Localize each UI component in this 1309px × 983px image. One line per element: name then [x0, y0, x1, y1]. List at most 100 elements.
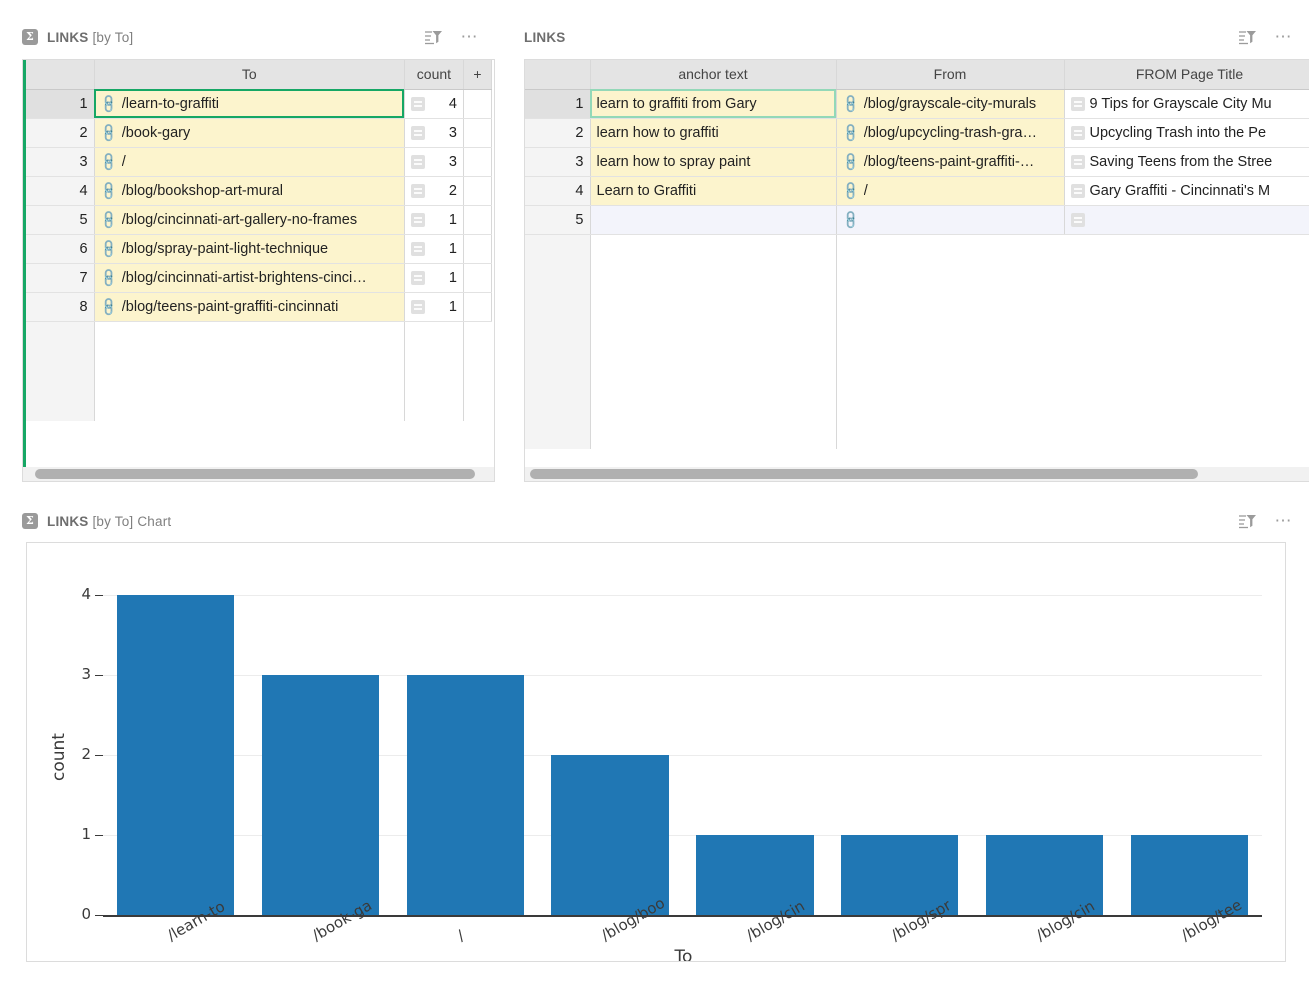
formula-icon [411, 155, 425, 169]
cell-to[interactable]: 🔗/blog/teens-paint-graffiti-cincinnati [94, 292, 404, 321]
cell-from-page-title[interactable] [1064, 205, 1309, 234]
cell-anchor-text[interactable]: learn to graffiti from Gary [590, 89, 836, 118]
cell-count[interactable]: 1 [404, 205, 463, 234]
column-header-count[interactable]: count [404, 60, 463, 89]
row-number[interactable]: 1 [525, 89, 590, 118]
row-number[interactable]: 4 [525, 176, 590, 205]
chart-ytick-mark [95, 595, 103, 596]
cell-count[interactable]: 1 [404, 292, 463, 321]
column-header-from-page-title[interactable]: FROM Page Title [1064, 60, 1309, 89]
cell-filler [94, 321, 404, 421]
cell-count[interactable]: 3 [404, 118, 463, 147]
panel-title-bold: LINKS [47, 514, 89, 529]
cell-anchor-text[interactable]: learn how to graffiti [590, 118, 836, 147]
cell-anchor-text[interactable] [590, 205, 836, 234]
cell-to[interactable]: 🔗/ [94, 147, 404, 176]
chart-bar[interactable] [117, 595, 234, 915]
scrollbar-thumb[interactable] [35, 469, 475, 479]
table-row-new[interactable]: 5 🔗 [525, 205, 1309, 234]
chart-bar[interactable] [262, 675, 379, 915]
link-icon: 🔗 [839, 179, 862, 202]
panel-links: LINKS ⋯ [500, 22, 1309, 52]
row-number[interactable]: 7 [26, 263, 94, 292]
row-number-header[interactable] [525, 60, 590, 89]
panel-header-links: LINKS ⋯ [500, 22, 1309, 52]
cell-to[interactable]: 🔗/blog/spray-paint-light-technique [94, 234, 404, 263]
row-number[interactable]: 4 [26, 176, 94, 205]
chart-plot-area: 01234/learn-to/book-ga//blog/boo/blog/ci… [27, 543, 1285, 961]
more-options-icon[interactable]: ⋯ [1275, 517, 1294, 525]
row-number[interactable]: 2 [26, 118, 94, 147]
table-row[interactable]: 3 learn how to spray paint 🔗/blog/teens-… [525, 147, 1309, 176]
table-row[interactable]: 1 🔗/learn-to-graffiti 4 [26, 89, 492, 118]
row-number[interactable]: 5 [26, 205, 94, 234]
filter-sort-icon[interactable] [1238, 513, 1257, 530]
chart-bar[interactable] [407, 675, 524, 915]
table-row[interactable]: 7 🔗/blog/cincinnati-artist-brightens-cin… [26, 263, 492, 292]
cell-anchor-text[interactable]: learn how to spray paint [590, 147, 836, 176]
cell-from[interactable]: 🔗 [836, 205, 1064, 234]
table-row[interactable]: 1 learn to graffiti from Gary 🔗/blog/gra… [525, 89, 1309, 118]
cell-count[interactable]: 3 [404, 147, 463, 176]
links-by-to-grid[interactable]: To count + 1 🔗/learn-to-graffiti 4 2 🔗/b… [22, 59, 495, 482]
selection-rail [23, 60, 26, 482]
links-by-to-body: 1 🔗/learn-to-graffiti 4 2 🔗/book-gary 3 … [26, 89, 492, 421]
links-by-to-table[interactable]: To count + 1 🔗/learn-to-graffiti 4 2 🔗/b… [26, 60, 492, 421]
table-row[interactable]: 2 🔗/book-gary 3 [26, 118, 492, 147]
chart-ytick-label: 3 [57, 665, 91, 683]
cell-from[interactable]: 🔗/ [836, 176, 1064, 205]
table-row[interactable]: 5 🔗/blog/cincinnati-art-gallery-no-frame… [26, 205, 492, 234]
cell-from[interactable]: 🔗/blog/grayscale-city-murals [836, 89, 1064, 118]
cell-from[interactable]: 🔗/blog/teens-paint-graffiti-… [836, 147, 1064, 176]
cell-from[interactable]: 🔗/blog/upcycling-trash-gra… [836, 118, 1064, 147]
links-grid[interactable]: anchor text From FROM Page Title 1 learn… [524, 59, 1309, 482]
filter-sort-icon[interactable] [424, 29, 443, 46]
chart-bar[interactable] [551, 755, 668, 915]
column-header-to[interactable]: To [94, 60, 404, 89]
cell-to[interactable]: 🔗/learn-to-graffiti [94, 89, 404, 118]
links-by-to-chart[interactable]: 01234/learn-to/book-ga//blog/boo/blog/ci… [26, 542, 1286, 962]
row-number[interactable]: 8 [26, 292, 94, 321]
more-options-icon[interactable]: ⋯ [1275, 33, 1294, 41]
filter-sort-icon[interactable] [1238, 29, 1257, 46]
column-header-from[interactable]: From [836, 60, 1064, 89]
links-table[interactable]: anchor text From FROM Page Title 1 learn… [525, 60, 1309, 449]
cell-from-page-title[interactable]: 9 Tips for Grayscale City Mu [1064, 89, 1309, 118]
link-icon: 🔗 [839, 92, 862, 115]
row-number[interactable]: 1 [26, 89, 94, 118]
cell-count[interactable]: 4 [404, 89, 463, 118]
horizontal-scrollbar[interactable] [23, 467, 494, 481]
add-column-button[interactable]: + [463, 60, 491, 89]
table-row[interactable]: 3 🔗/ 3 [26, 147, 492, 176]
cell-to[interactable]: 🔗/blog/cincinnati-artist-brightens-cinci… [94, 263, 404, 292]
table-row[interactable]: 2 learn how to graffiti 🔗/blog/upcycling… [525, 118, 1309, 147]
table-row[interactable]: 6 🔗/blog/spray-paint-light-technique 1 [26, 234, 492, 263]
cell-from-page-title[interactable]: Saving Teens from the Stree [1064, 147, 1309, 176]
cell-count[interactable]: 1 [404, 263, 463, 292]
panel-title-links: LINKS [524, 30, 566, 45]
formula-icon [411, 126, 425, 140]
panel-title-links-by-to: LINKS [by To] [47, 30, 133, 45]
cell-count[interactable]: 1 [404, 234, 463, 263]
row-number[interactable]: 2 [525, 118, 590, 147]
row-number[interactable]: 6 [26, 234, 94, 263]
row-number[interactable]: 5 [525, 205, 590, 234]
cell-from-page-title[interactable]: Upcycling Trash into the Pe [1064, 118, 1309, 147]
row-number-header[interactable] [26, 60, 94, 89]
table-row[interactable]: 8 🔗/blog/teens-paint-graffiti-cincinnati… [26, 292, 492, 321]
cell-to[interactable]: 🔗/blog/cincinnati-art-gallery-no-frames [94, 205, 404, 234]
more-options-icon[interactable]: ⋯ [461, 33, 480, 41]
cell-to[interactable]: 🔗/blog/bookshop-art-mural [94, 176, 404, 205]
row-number[interactable]: 3 [26, 147, 94, 176]
scrollbar-thumb[interactable] [530, 469, 1198, 479]
cell-from-page-title[interactable]: Gary Graffiti - Cincinnati's M [1064, 176, 1309, 205]
cell-to[interactable]: 🔗/book-gary [94, 118, 404, 147]
table-row[interactable]: 4 Learn to Graffiti 🔗/ Gary Graffiti - C… [525, 176, 1309, 205]
cell-count[interactable]: 2 [404, 176, 463, 205]
column-header-anchor-text[interactable]: anchor text [590, 60, 836, 89]
panel-header-links-by-to: Σ LINKS [by To] ⋯ [0, 22, 495, 52]
cell-anchor-text[interactable]: Learn to Graffiti [590, 176, 836, 205]
table-row[interactable]: 4 🔗/blog/bookshop-art-mural 2 [26, 176, 492, 205]
horizontal-scrollbar[interactable] [525, 467, 1309, 481]
row-number[interactable]: 3 [525, 147, 590, 176]
